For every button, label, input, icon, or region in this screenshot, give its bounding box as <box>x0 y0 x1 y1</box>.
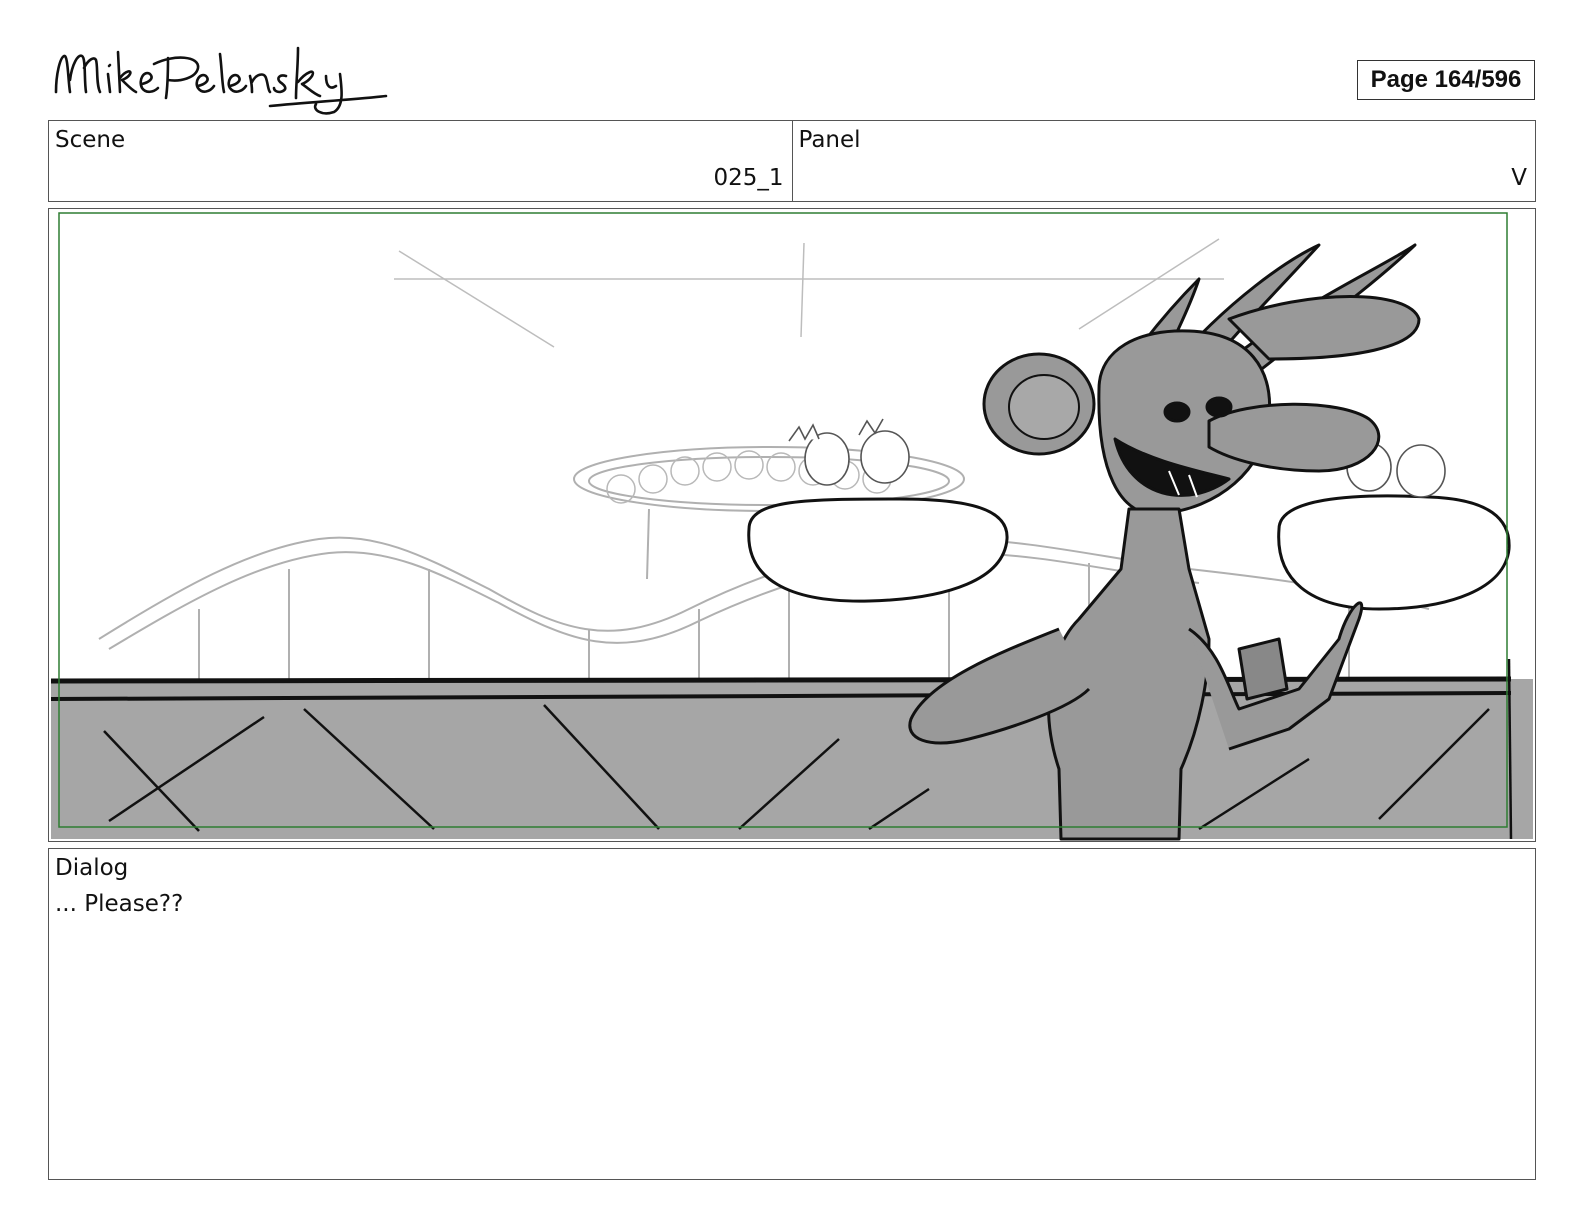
panel-cell: Panel V <box>791 121 1536 201</box>
storyboard-panel <box>48 208 1536 842</box>
scene-label: Scene <box>55 127 126 153</box>
panel-value: V <box>1511 165 1527 191</box>
scene-cell: Scene 025_1 <box>49 121 792 201</box>
dialog-label: Dialog <box>55 855 129 881</box>
panel-label: Panel <box>798 127 861 153</box>
panel-sketch <box>50 212 1533 841</box>
scene-value: 025_1 <box>713 165 784 191</box>
info-row: Scene 025_1 Panel V <box>48 120 1536 202</box>
dialog-box: Dialog ... Please?? <box>48 848 1536 1180</box>
page-number: Page 164/596 <box>1357 60 1535 100</box>
signature-logo <box>50 40 390 120</box>
dialog-text: ... Please?? <box>55 891 184 917</box>
